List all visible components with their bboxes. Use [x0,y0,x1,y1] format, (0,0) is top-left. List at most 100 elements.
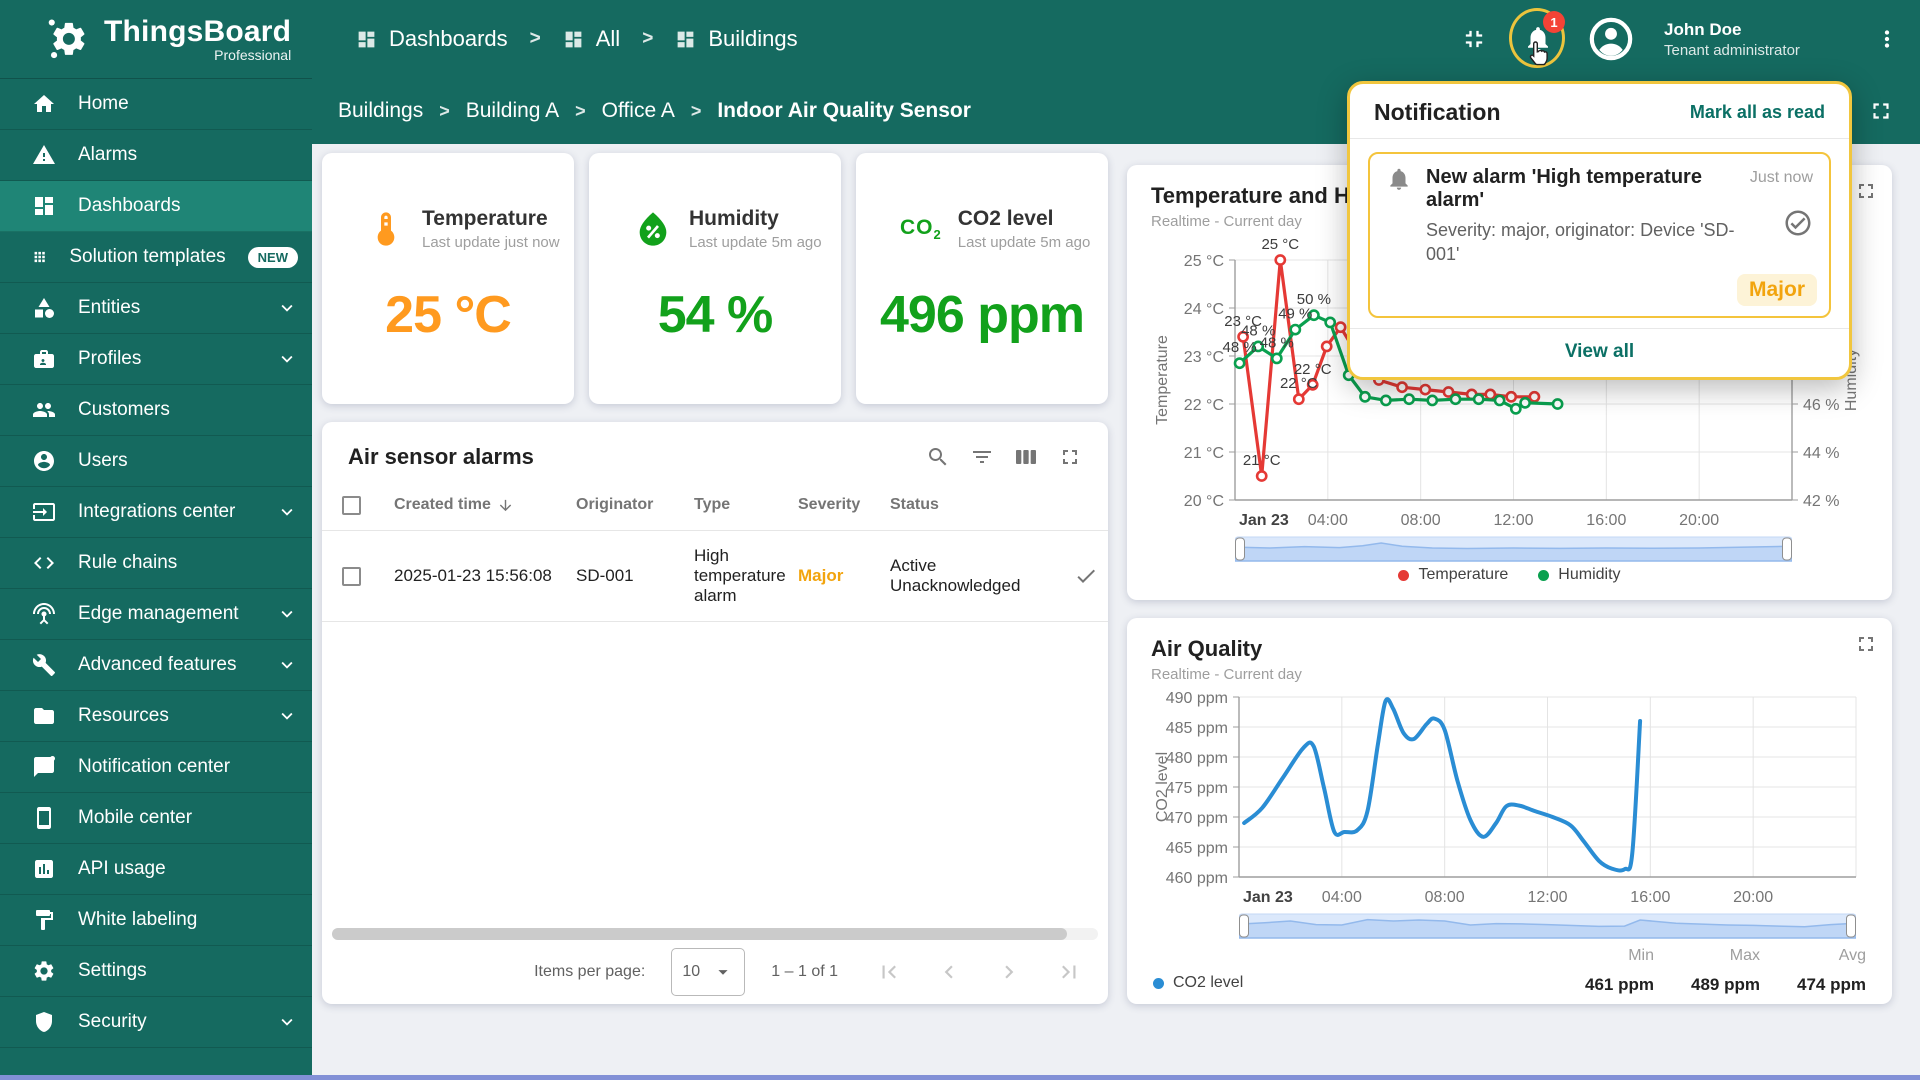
time-range-slider[interactable] [1239,911,1868,941]
search-icon[interactable] [926,445,950,469]
notification-bell-icon [1386,166,1412,192]
air-quality-chart: 460 ppm 465 ppm 470 ppm 475 ppm 480 ppm 485 p… [1151,683,1868,911]
user-avatar[interactable] [1588,16,1634,62]
page-breadcrumb-indoor-air-quality-sensor[interactable]: Indoor Air Quality Sensor [717,99,971,123]
legend-item-humidity[interactable]: Humidity [1538,566,1621,584]
notification-item[interactable]: New alarm 'High temperature alarm' Just … [1368,152,1831,318]
sidebar-item-security[interactable]: Security [0,997,312,1048]
mouse-cursor [1529,41,1548,66]
chart-fullscreen-icon[interactable] [1854,632,1878,656]
collapse-icon[interactable] [1460,25,1488,53]
brand-name: ThingsBoard [104,15,292,48]
stat-header-min: Min [1628,947,1654,964]
alarm-created-time: 2025-01-23 15:56:08 [394,566,552,585]
chart-fullscreen-icon[interactable] [1854,179,1878,203]
mark-read-icon[interactable] [1783,208,1813,238]
view-all-button[interactable]: View all [1565,341,1634,362]
air-quality-widget: Air Quality Realtime - Current day 460 p… [1127,618,1892,1004]
column-header-type[interactable]: Type [694,496,798,514]
notification-count-badge: 1 [1543,11,1565,33]
prev-page-icon[interactable] [936,959,962,985]
row-checkbox[interactable] [342,566,361,586]
breadcrumb-label: All [595,26,621,51]
notifications-bell-button[interactable]: 1 [1509,8,1565,68]
sidebar-item-edge-management[interactable]: Edge management [0,589,312,640]
column-header-originator[interactable]: Originator [576,496,694,514]
first-page-icon[interactable] [876,959,902,985]
more-menu-icon[interactable] [1874,26,1900,52]
brand-logo[interactable]: ThingsBoard Professional [0,15,312,63]
scrollbar-thumb[interactable] [332,928,1068,940]
sidebar-item-customers[interactable]: Customers [0,385,312,436]
caret-down-icon [718,970,728,975]
sidebar-item-label: Customers [78,399,170,420]
sidebar-item-label: Entities [78,297,141,318]
fullscreen-icon [1873,103,1889,119]
select-all-checkbox[interactable] [342,495,361,515]
top-breadcrumb-dashboards[interactable]: Dashboards [356,26,508,52]
sidebar-item-api-usage[interactable]: API usage [0,844,312,895]
user-info[interactable]: John Doe Tenant administrator [1664,20,1844,59]
filter-icon[interactable] [970,445,994,469]
alarm-table-row[interactable]: 2025-01-23 15:56:08 SD-001 High temperat… [322,530,1143,622]
temperature-card: Temperature Last update just now 25 °C [322,153,574,404]
notification-severity-badge: Major [1736,274,1817,306]
mark-all-as-read-link[interactable]: Mark all as read [1690,102,1825,123]
sidebar-item-label: Security [78,1011,147,1032]
column-header-status[interactable]: Status [890,496,1052,514]
avatar-icon [1589,17,1633,61]
category-icon [35,298,54,318]
sidebar-item-home[interactable]: Home [0,79,312,130]
stat-cards-row: Temperature Last update just now 25 °C Humi… [322,153,1108,404]
sidebar-item-users[interactable]: Users [0,436,312,487]
page-breadcrumb-office-a[interactable]: Office A [602,99,675,123]
chevron-right-icon [1005,965,1014,979]
sidebar-item-mobile-center[interactable]: Mobile center [0,793,312,844]
svg-text:22 °C: 22 °C [1184,397,1224,414]
next-page-icon[interactable] [996,959,1022,985]
page-size-select[interactable]: 10 [671,948,746,996]
alarm-severity: Major [798,566,844,585]
sidebar-item-rule-chains[interactable]: Rule chains [0,538,312,589]
notification-item-body: Severity: major, originator: Device 'SD-… [1426,220,1735,265]
legend-item-temperature[interactable]: Temperature [1398,566,1508,584]
alarms-fullscreen-icon[interactable] [1058,445,1082,469]
table-horizontal-scrollbar[interactable] [332,928,1098,940]
sidebar-item-advanced-features[interactable]: Advanced features [0,640,312,691]
page-breadcrumb-buildings[interactable]: Buildings [338,99,423,123]
chart-legend[interactable]: CO2 level [1153,974,1243,992]
sidebar-item-solution-templates[interactable]: Solution templates NEW [0,232,312,283]
dots-icon [1884,30,1890,48]
sidebar-item-dashboards[interactable]: Dashboards [0,181,312,232]
warning-icon [33,145,55,164]
time-range-slider[interactable] [1235,534,1868,564]
sidebar-item-notification-center[interactable]: Notification center [0,742,312,793]
sidebar-item-entities[interactable]: Entities [0,283,312,334]
sidebar-item-integrations-center[interactable]: Integrations center [0,487,312,538]
chat-icon [34,756,55,777]
top-breadcrumb-buildings[interactable]: Buildings [675,26,798,52]
dashboard-icon [565,31,582,47]
sidebar-item-profiles[interactable]: Profiles [0,334,312,385]
chevron-down-icon [281,508,293,516]
card-title: Humidity [689,207,779,230]
column-header-created-time[interactable]: Created time [394,496,576,514]
columns-icon[interactable] [1014,445,1038,469]
sidebar-item-resources[interactable]: Resources [0,691,312,742]
svg-text:480 ppm: 480 ppm [1166,750,1228,767]
card-last-update: Last update just now [422,234,560,251]
badge-icon [34,350,54,368]
sidebar-item-label: Edge management [78,603,239,624]
chevron-down-icon [281,712,293,720]
sidebar-item-settings[interactable]: Settings [0,946,312,997]
top-breadcrumb-all[interactable]: All [563,26,620,52]
sidebar-item-alarms[interactable]: Alarms [0,130,312,181]
column-header-severity[interactable]: Severity [798,496,890,514]
acknowledge-icon[interactable] [1074,564,1098,588]
dashboard-breadcrumb: Buildings > Building A > Office A > Indoor Air… [338,99,971,123]
last-page-icon[interactable] [1056,959,1082,985]
sidebar-item-white-labeling[interactable]: White labeling [0,895,312,946]
toolbar-fullscreen-icon[interactable] [1868,98,1894,124]
page-breadcrumb-building-a[interactable]: Building A [466,99,559,123]
chevron-left-icon [944,965,953,979]
